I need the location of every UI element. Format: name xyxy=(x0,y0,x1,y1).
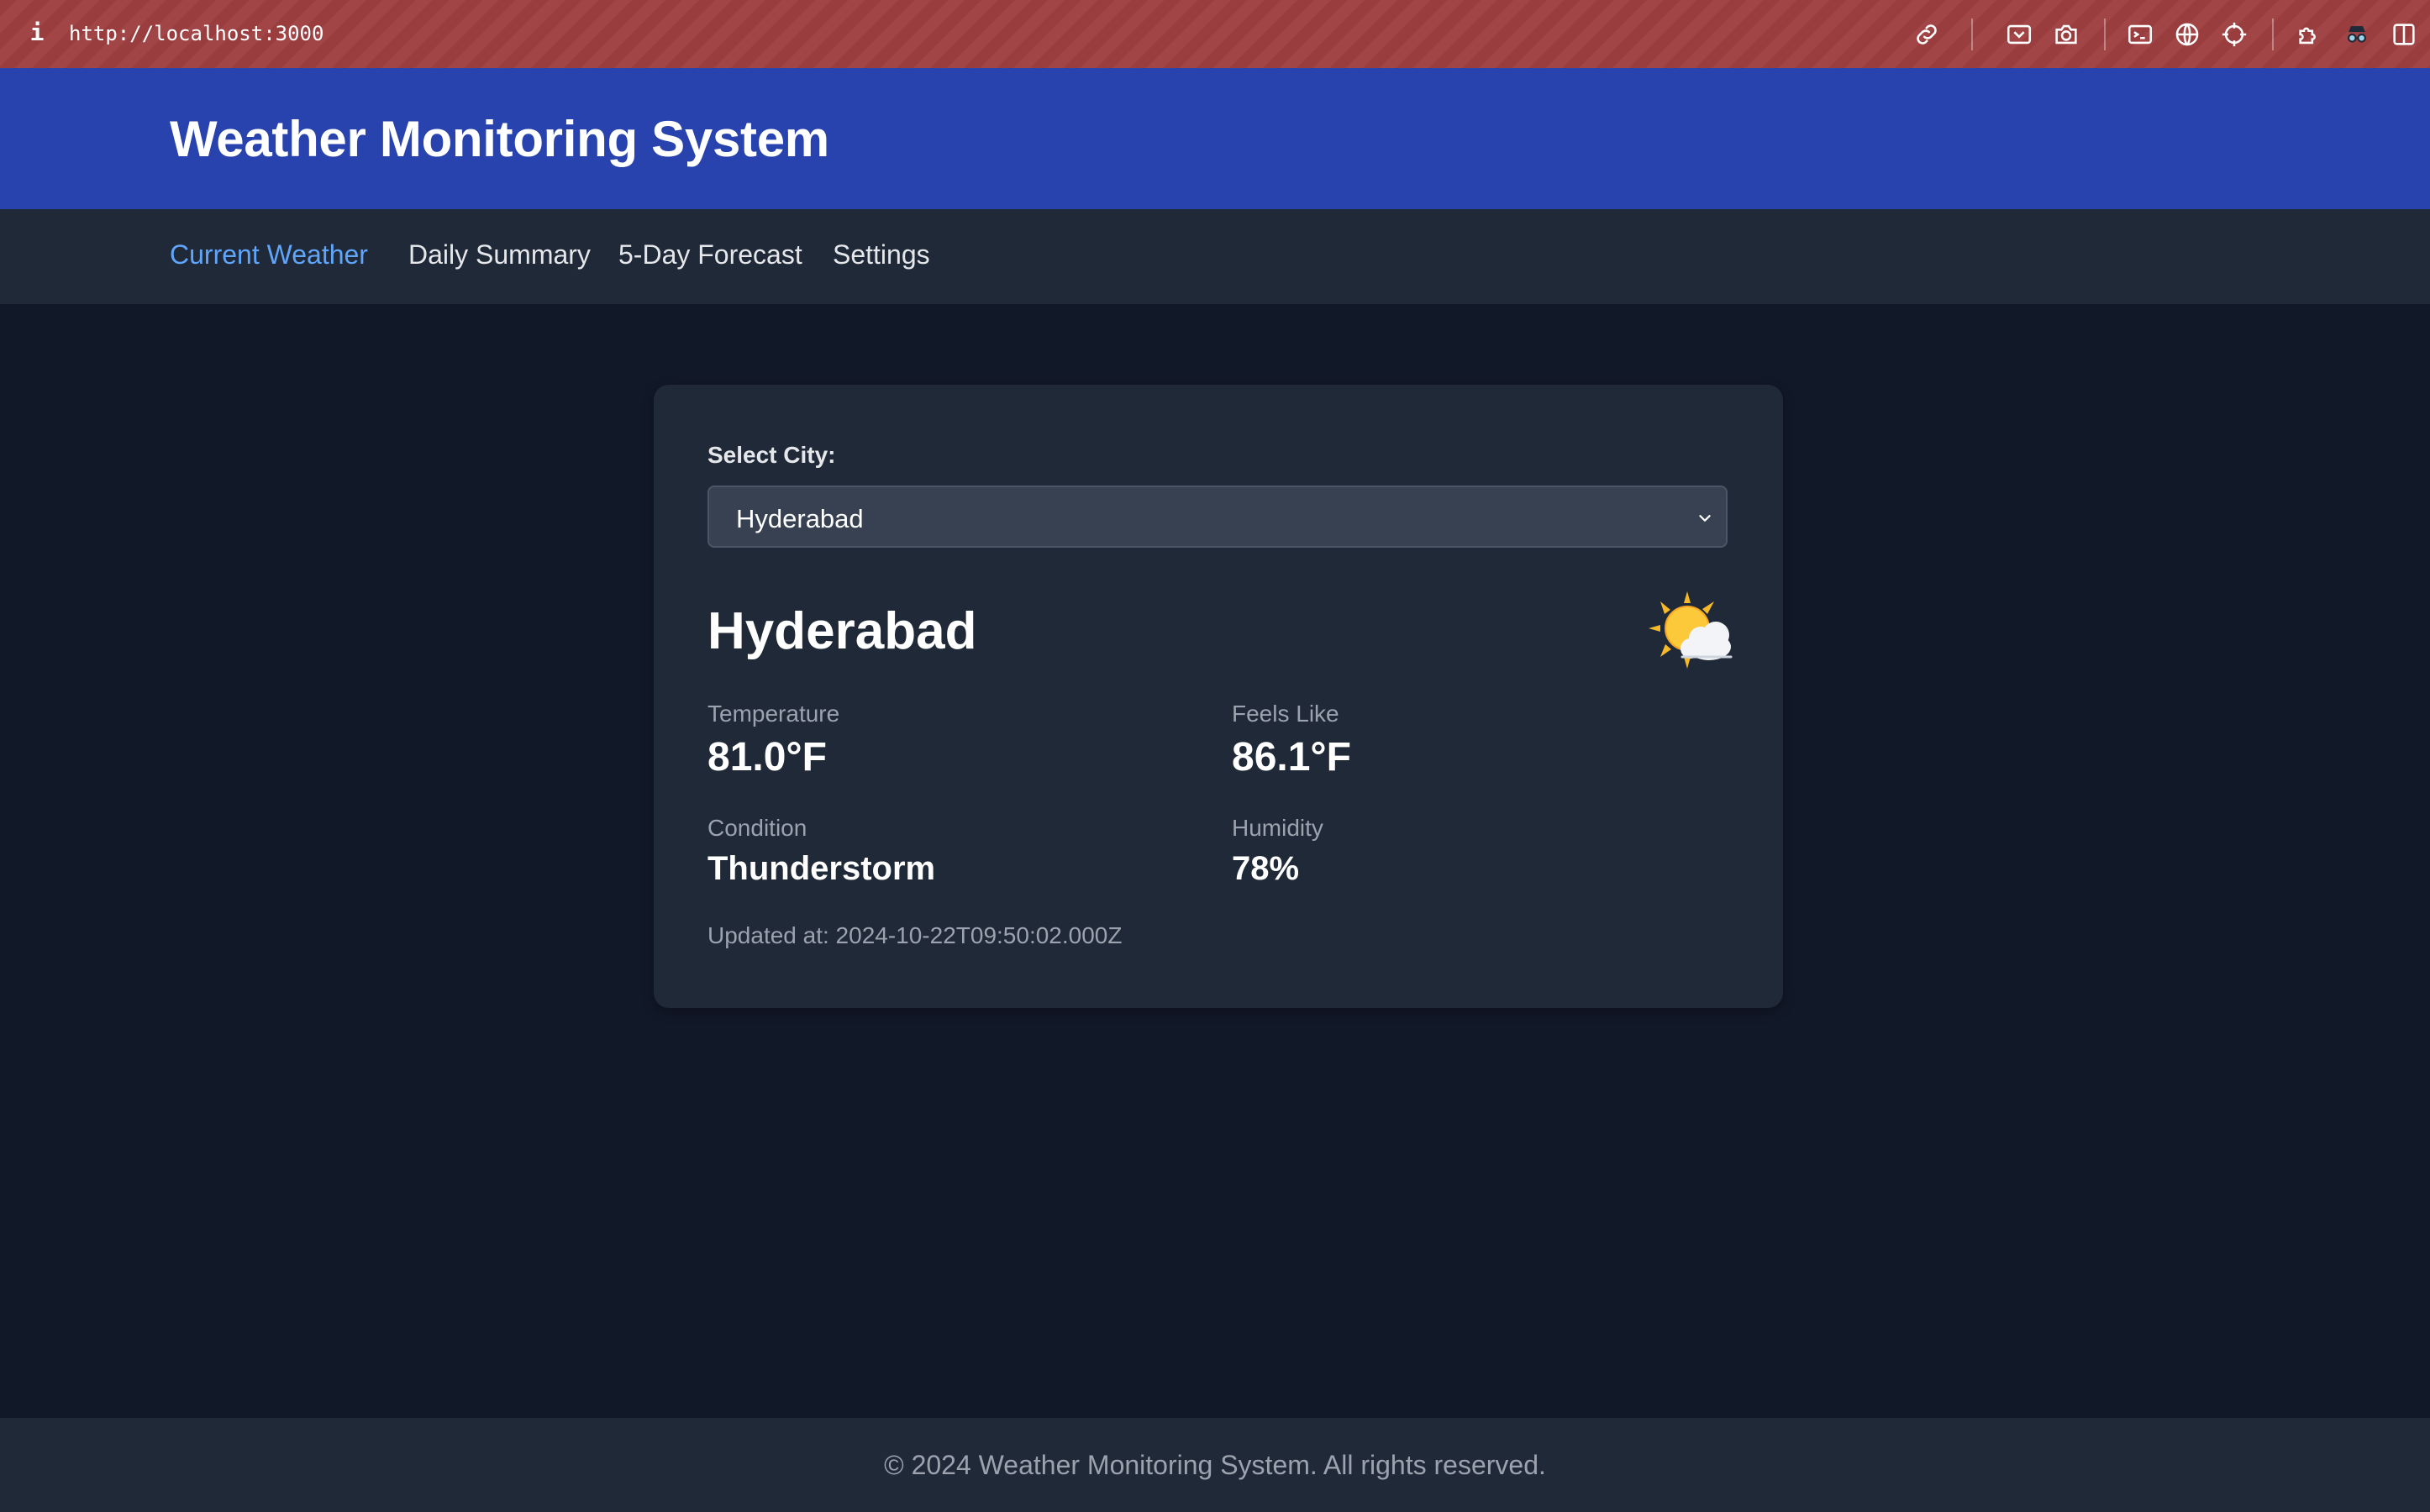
crosshair-icon[interactable] xyxy=(2220,20,2249,49)
app-header: Weather Monitoring System xyxy=(0,68,2430,209)
updated-timestamp: Updated at: 2024-10-22T09:50:02.000Z xyxy=(707,922,1123,948)
toolbar-divider xyxy=(1971,18,1973,50)
city-select-value: Hyderabad xyxy=(736,504,864,533)
terminal-icon[interactable] xyxy=(2126,20,2154,49)
condition-label: Condition xyxy=(707,815,807,841)
info-icon[interactable]: i xyxy=(27,18,47,49)
chevron-down-icon xyxy=(1699,515,1711,522)
camera-icon[interactable] xyxy=(2052,20,2080,49)
humidity-value: 78% xyxy=(1232,850,1300,887)
nav-settings[interactable]: Settings xyxy=(833,239,930,270)
toolbar-divider xyxy=(2104,18,2106,50)
select-city-label: Select City: xyxy=(707,442,836,468)
sidebar-toggle-icon[interactable] xyxy=(2390,20,2418,49)
toolbar-divider xyxy=(2272,18,2274,50)
feels-like-label: Feels Like xyxy=(1232,701,1339,727)
incognito-icon[interactable] xyxy=(2343,20,2371,49)
feels-like-value: 86.1°F xyxy=(1232,735,1351,780)
globe-icon[interactable] xyxy=(2173,20,2201,49)
city-select[interactable]: Hyderabad xyxy=(707,486,1728,548)
extensions-icon[interactable] xyxy=(2296,20,2324,49)
screenshot-area-icon[interactable] xyxy=(2005,20,2033,49)
app-title: Weather Monitoring System xyxy=(170,111,829,167)
link-icon[interactable] xyxy=(1912,20,1941,49)
nav-daily-summary[interactable]: Daily Summary xyxy=(408,239,591,270)
humidity-label: Humidity xyxy=(1232,815,1323,841)
nav-current-weather[interactable]: Current Weather xyxy=(170,239,368,270)
weather-card: Select City: Hyderabad Hyderabad Tempera… xyxy=(654,385,1783,1008)
temperature-label: Temperature xyxy=(707,701,840,727)
temperature-value: 81.0°F xyxy=(707,735,827,780)
footer: © 2024 Weather Monitoring System. All ri… xyxy=(0,1418,2430,1512)
main-nav: Current Weather Daily Summary 5-Day Fore… xyxy=(0,209,2430,304)
city-name-heading: Hyderabad xyxy=(707,602,977,660)
address-bar-url[interactable]: http://localhost:3000 xyxy=(69,22,323,45)
footer-copyright: © 2024 Weather Monitoring System. All ri… xyxy=(884,1450,1546,1480)
condition-value: Thunderstorm xyxy=(707,850,936,887)
sun-behind-cloud-icon xyxy=(1649,591,1733,669)
nav-5-day-forecast[interactable]: 5-Day Forecast xyxy=(618,239,802,270)
browser-toolbar: i http://localhost:3000 xyxy=(0,0,2430,68)
